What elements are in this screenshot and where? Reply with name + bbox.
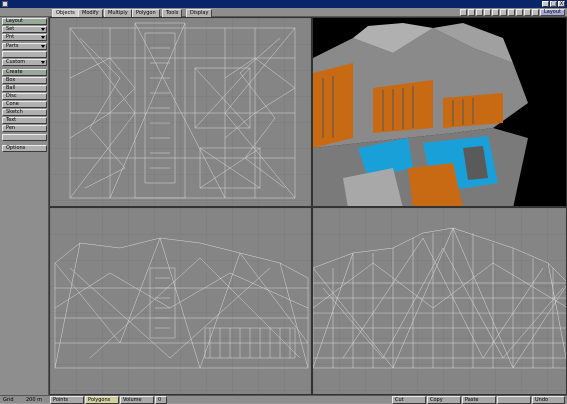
maximize-button[interactable]: □ (550, 1, 557, 7)
chevron-down-icon (41, 61, 45, 64)
app-icon (2, 1, 8, 7)
sidebar-item-custom[interactable]: Custom (2, 59, 47, 66)
layer-toggle-icon[interactable] (460, 9, 467, 16)
layer-toggle-icon[interactable] (492, 9, 499, 16)
sidebar-item-label: Cone (6, 101, 19, 107)
grid-value: 200 m (26, 397, 43, 403)
sidebar-item-cone[interactable]: Cone (2, 101, 47, 108)
sidebar-item-ball[interactable]: Ball (2, 85, 47, 92)
viewport-side[interactable] (312, 207, 567, 395)
tool-tab-bar: Objects Modify Multiply Polygon Tools Di… (0, 8, 567, 17)
viewport-perspective[interactable] (312, 17, 567, 207)
layer-toggle-icon[interactable] (532, 9, 539, 16)
command-sidebar: Layout Set Pnt Parts Custom Create Box B… (0, 17, 49, 395)
layer-toggle-icon[interactable] (524, 9, 531, 16)
minimize-button[interactable]: _ (542, 1, 549, 7)
wireframe-top-view (50, 18, 311, 206)
sidebar-item-label: Text (6, 117, 17, 123)
window-titlebar: _ □ X (0, 0, 567, 8)
layer-toggle-icon[interactable] (476, 9, 483, 16)
tab-modify[interactable]: Modify (78, 9, 103, 17)
rendered-scene (313, 18, 566, 206)
sidebar-item-label: Parts (6, 43, 19, 49)
close-button[interactable]: X (558, 1, 565, 7)
chevron-down-icon (41, 28, 45, 31)
layout-button[interactable]: Layout (540, 9, 565, 16)
tab-multiply[interactable]: Multiply (104, 9, 132, 17)
layer-toggle-icon[interactable] (468, 9, 475, 16)
sidebar-item-label: Pen (6, 125, 16, 131)
sidebar-item-disabled (2, 51, 47, 58)
sidebar-item-label: Box (6, 77, 16, 83)
sidebar-item-label: Disc (6, 93, 17, 99)
sidebar-item-parts[interactable]: Parts (2, 43, 47, 50)
sidebar-item-text[interactable]: Text (2, 117, 47, 124)
layer-toggle-icon[interactable] (484, 9, 491, 16)
viewport-front[interactable] (49, 207, 312, 395)
wireframe-front-view (50, 208, 311, 394)
sidebar-item-disabled (2, 134, 47, 141)
sidebar-item-disc[interactable]: Disc (2, 93, 47, 100)
sidebar-item-pnt[interactable]: Pnt (2, 34, 47, 41)
chevron-down-icon (41, 45, 45, 48)
sidebar-item-label: Layout (6, 18, 23, 24)
sidebar-item-label: Set (6, 26, 15, 32)
sidebar-item-label: Custom (6, 59, 26, 65)
layer-toggle-icon[interactable] (516, 9, 523, 16)
sidebar-item-label: Options (6, 145, 26, 151)
chevron-down-icon (41, 36, 45, 39)
sidebar-item-set[interactable]: Set (2, 26, 47, 33)
layer-toggle-icon[interactable] (500, 9, 507, 16)
layer-toggle-icon[interactable] (508, 9, 515, 16)
tab-polygon[interactable]: Polygon (132, 9, 160, 17)
tab-objects[interactable]: Objects (52, 9, 79, 17)
status-bar: Grid 200 m Points Polygons Volume 0 Cut … (0, 395, 567, 404)
sidebar-item-options[interactable]: Options (2, 145, 47, 152)
wireframe-side-view (313, 208, 566, 394)
sidebar-item-sketch[interactable]: Sketch (2, 109, 47, 116)
viewport-top[interactable] (49, 17, 312, 207)
sidebar-item-label: Ball (6, 85, 16, 91)
tab-tools[interactable]: Tools (162, 9, 183, 17)
sidebar-item-pen[interactable]: Pen (2, 125, 47, 132)
grid-label: Grid (3, 397, 14, 403)
sidebar-item-label: Sketch (6, 109, 23, 115)
sidebar-item-label: Pnt (6, 34, 15, 40)
sidebar-create-header: Create (2, 69, 47, 76)
sidebar-item-box[interactable]: Box (2, 77, 47, 84)
tab-display[interactable]: Display (186, 9, 213, 17)
sidebar-section-label: Create (6, 69, 23, 75)
sidebar-item-layout[interactable]: Layout (2, 18, 47, 25)
